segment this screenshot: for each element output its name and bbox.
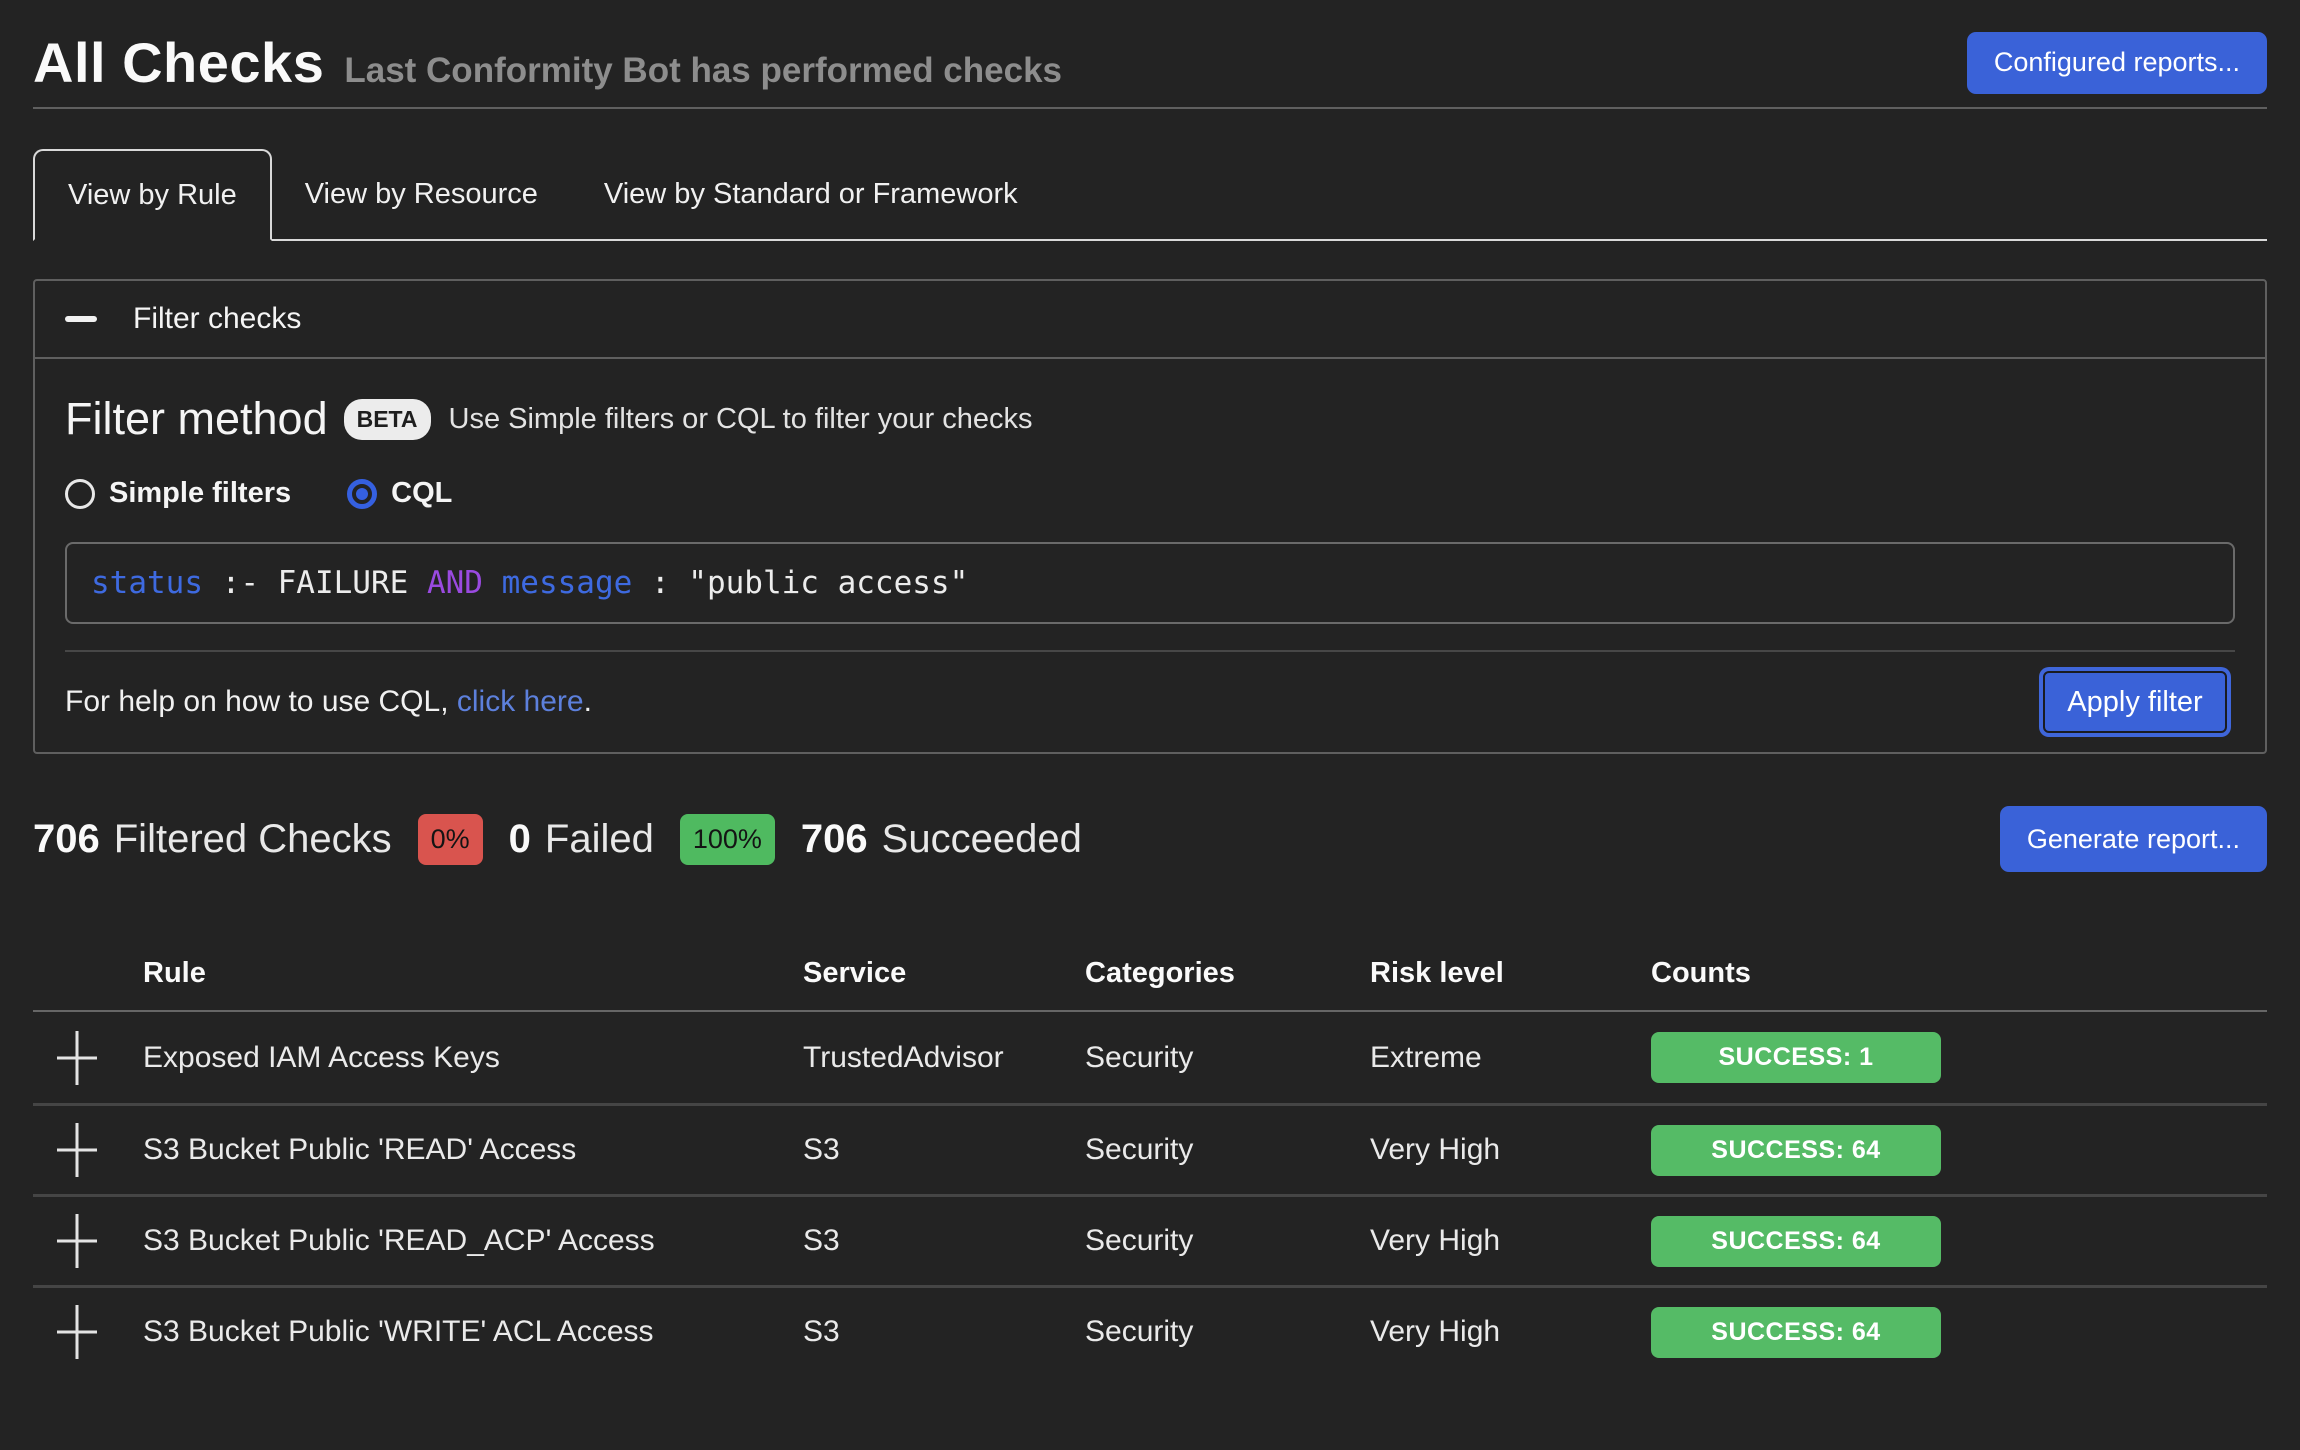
filter-panel-body: Filter method BETA Use Simple filters or… <box>35 359 2265 752</box>
tab-view-by-resource[interactable]: View by Resource <box>272 149 571 239</box>
cql-token-and: AND <box>427 565 483 601</box>
risk-level-cell: Very High <box>1370 1224 1651 1258</box>
tab-bar: View by Rule View by Resource View by St… <box>33 149 2267 241</box>
column-header-risk-level: Risk level <box>1370 957 1651 990</box>
expand-plus-icon[interactable] <box>57 1303 97 1361</box>
categories-cell: Security <box>1085 1133 1370 1167</box>
categories-cell: Security <box>1085 1041 1370 1075</box>
service-cell: TrustedAdvisor <box>803 1041 1085 1075</box>
table-row: S3 Bucket Public 'READ_ACP' Access S3 Se… <box>33 1194 2267 1285</box>
column-header-service: Service <box>803 957 1085 990</box>
filter-panel-title: Filter checks <box>133 302 301 336</box>
expand-plus-icon[interactable] <box>57 1029 97 1087</box>
filter-method-row: Filter method BETA Use Simple filters or… <box>65 393 2235 445</box>
checks-table: Rule Service Categories Risk level Count… <box>33 936 2267 1376</box>
all-checks-page: All Checks Last Conformity Bot has perfo… <box>0 0 2300 1450</box>
risk-level-cell: Very High <box>1370 1315 1651 1349</box>
radio-cql-circle[interactable] <box>347 479 377 509</box>
table-header-row: Rule Service Categories Risk level Count… <box>33 936 2267 1012</box>
page-subtitle: Last Conformity Bot has performed checks <box>344 51 1062 91</box>
table-row: S3 Bucket Public 'WRITE' ACL Access S3 S… <box>33 1285 2267 1376</box>
cql-query-input[interactable]: status :- FAILURE AND message : "public … <box>65 542 2235 624</box>
radio-cql[interactable]: CQL <box>347 477 452 510</box>
beta-badge: BETA <box>344 399 431 440</box>
succeeded-label: Succeeded <box>882 817 1082 862</box>
categories-cell: Security <box>1085 1224 1370 1258</box>
page-title: All Checks <box>33 30 324 95</box>
failed-label: Failed <box>545 817 654 862</box>
rule-cell: Exposed IAM Access Keys <box>143 1041 803 1075</box>
cql-help-text: For help on how to use CQL, click here. <box>65 685 592 719</box>
rule-cell: S3 Bucket Public 'READ_ACP' Access <box>143 1224 803 1258</box>
check-stats: 706 Filtered Checks 0% 0 Failed 100% 706… <box>33 814 1082 865</box>
help-text-suffix: . <box>584 685 592 718</box>
filtered-label: Filtered Checks <box>114 817 392 862</box>
expand-plus-icon[interactable] <box>57 1212 97 1270</box>
categories-cell: Security <box>1085 1315 1370 1349</box>
page-header: All Checks Last Conformity Bot has perfo… <box>0 0 2300 95</box>
table-row: S3 Bucket Public 'READ' Access S3 Securi… <box>33 1103 2267 1194</box>
tab-view-by-standard-or-framework[interactable]: View by Standard or Framework <box>571 149 1051 239</box>
filter-checks-panel: Filter checks Filter method BETA Use Sim… <box>33 279 2267 754</box>
page-titles: All Checks Last Conformity Bot has perfo… <box>33 30 1062 95</box>
help-text-prefix: For help on how to use CQL, <box>65 685 457 718</box>
radio-cql-dot <box>356 488 368 500</box>
expand-plus-icon[interactable] <box>57 1121 97 1179</box>
column-header-rule: Rule <box>143 957 803 990</box>
filter-help-row: For help on how to use CQL, click here. … <box>65 652 2235 752</box>
cql-help-link[interactable]: click here <box>457 685 584 718</box>
apply-filter-button[interactable]: Apply filter <box>2043 671 2227 733</box>
cql-token-value: : "public access" <box>632 565 968 601</box>
tab-view-by-rule[interactable]: View by Rule <box>33 149 272 241</box>
service-cell: S3 <box>803 1224 1085 1258</box>
column-header-counts: Counts <box>1651 957 2267 990</box>
configured-reports-button[interactable]: Configured reports... <box>1967 32 2267 94</box>
success-count-badge[interactable]: SUCCESS: 64 <box>1651 1307 1941 1358</box>
collapse-minus-icon[interactable] <box>65 316 97 322</box>
filtered-count: 706 <box>33 817 100 862</box>
succeeded-count: 706 <box>801 817 868 862</box>
success-count-badge[interactable]: SUCCESS: 64 <box>1651 1216 1941 1267</box>
cql-token-failure: :- FAILURE <box>222 565 427 601</box>
cql-token-status: status <box>91 565 222 601</box>
filter-panel-header[interactable]: Filter checks <box>35 281 2265 359</box>
risk-level-cell: Extreme <box>1370 1041 1651 1075</box>
radio-simple-filters-label: Simple filters <box>109 477 291 510</box>
cql-token-space <box>483 565 502 601</box>
rule-cell: S3 Bucket Public 'WRITE' ACL Access <box>143 1315 803 1349</box>
summary-row: 706 Filtered Checks 0% 0 Failed 100% 706… <box>33 806 2267 872</box>
header-divider <box>33 107 2267 109</box>
success-count-badge[interactable]: SUCCESS: 64 <box>1651 1125 1941 1176</box>
filter-method-title: Filter method <box>65 393 328 445</box>
risk-level-cell: Very High <box>1370 1133 1651 1167</box>
filter-method-radios: Simple filters CQL <box>65 477 2235 510</box>
radio-simple-filters[interactable]: Simple filters <box>65 477 291 510</box>
table-row: Exposed IAM Access Keys TrustedAdvisor S… <box>33 1012 2267 1103</box>
radio-cql-label: CQL <box>391 477 452 510</box>
failed-count: 0 <box>509 817 531 862</box>
success-count-badge[interactable]: SUCCESS: 1 <box>1651 1032 1941 1083</box>
service-cell: S3 <box>803 1133 1085 1167</box>
generate-report-button[interactable]: Generate report... <box>2000 806 2267 872</box>
radio-simple-filters-circle[interactable] <box>65 479 95 509</box>
column-header-categories: Categories <box>1085 957 1370 990</box>
filter-method-subtitle: Use Simple filters or CQL to filter your… <box>449 403 1033 436</box>
succeeded-percent-badge: 100% <box>680 814 775 865</box>
service-cell: S3 <box>803 1315 1085 1349</box>
cql-token-message: message <box>502 565 633 601</box>
rule-cell: S3 Bucket Public 'READ' Access <box>143 1133 803 1167</box>
failed-percent-badge: 0% <box>418 814 483 865</box>
